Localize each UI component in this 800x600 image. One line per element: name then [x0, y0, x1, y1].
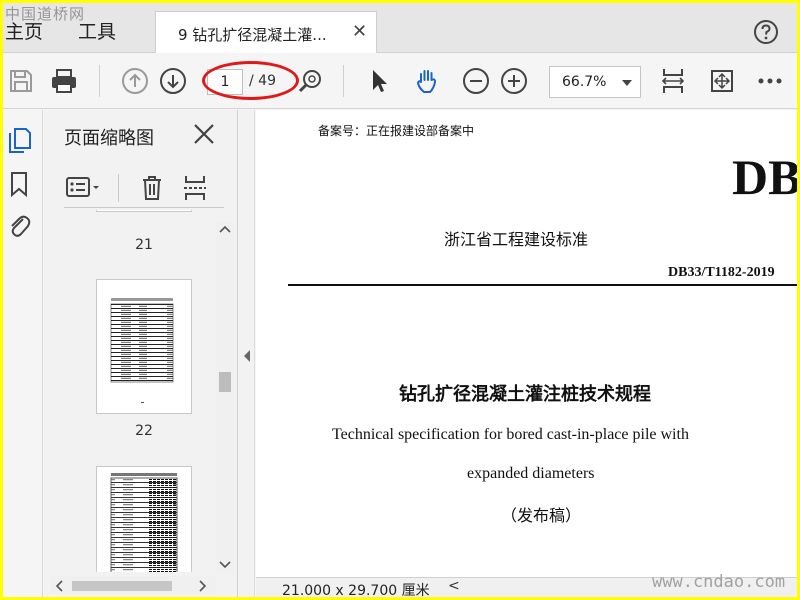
- zoom-search-icon[interactable]: [296, 67, 324, 95]
- select-cursor-icon[interactable]: [365, 67, 393, 95]
- print-icon[interactable]: [50, 67, 78, 95]
- document-view[interactable]: 备案号：正在报建设部备案中 DB 浙江省工程建设标准 DB33/T1182-20…: [256, 110, 797, 577]
- standard-code: DB33/T1182-2019: [668, 265, 775, 280]
- thumbnail-page-20[interactable]: [96, 210, 192, 212]
- save-icon[interactable]: [7, 67, 35, 95]
- scrollbar-thumb[interactable]: [219, 372, 231, 392]
- toolbar: [3, 53, 797, 109]
- draft-label: （发布稿）: [501, 506, 582, 525]
- page-thumbnails-icon[interactable]: [6, 126, 32, 154]
- zoom-in-icon[interactable]: [500, 67, 528, 95]
- tab-bar: 主页 工具 9 钻孔扩径混凝土灌... ✕: [3, 3, 797, 54]
- collapse-arrow-icon[interactable]: [243, 350, 251, 362]
- panel-title: 页面缩略图: [64, 128, 154, 149]
- thumbnail-toolbar: [64, 168, 224, 208]
- toolbar-divider: [99, 65, 100, 97]
- page-preview: [110, 298, 174, 403]
- close-tab-icon[interactable]: ✕: [352, 21, 367, 42]
- attachment-icon[interactable]: [6, 212, 32, 240]
- toolbar-divider: [118, 174, 119, 202]
- page-size: 21.000 x 29.700 厘米: [282, 583, 430, 597]
- scroll-right-icon[interactable]: [198, 580, 208, 592]
- zoom-select[interactable]: 66.7%: [549, 66, 641, 98]
- page-layout-icon[interactable]: [182, 174, 210, 202]
- left-rail: [3, 110, 43, 597]
- watermark-top: 中国道桥网: [5, 5, 86, 23]
- thumbnail-page-number: 21: [135, 237, 153, 253]
- hand-tool-icon[interactable]: [413, 67, 441, 95]
- scrollbar-thumb[interactable]: [72, 581, 172, 591]
- province-standard: 浙江省工程建设标准: [444, 230, 589, 249]
- title-english-line2: expanded diameters: [467, 465, 595, 482]
- watermark-bottom: www.cndao.com: [652, 572, 786, 592]
- thumbnail-page-22[interactable]: [96, 279, 192, 414]
- full-screen-icon[interactable]: [708, 67, 736, 95]
- panel-collapse-handle[interactable]: [239, 110, 255, 597]
- annotation-ellipse: [202, 61, 299, 100]
- thumbnail-list: 21 22: [44, 210, 216, 572]
- previous-page-icon[interactable]: [121, 67, 149, 95]
- thumbnail-page-number: 22: [135, 423, 153, 439]
- scroll-left-button[interactable]: <: [448, 578, 460, 594]
- help-icon[interactable]: [753, 19, 779, 45]
- scroll-left-icon[interactable]: [54, 580, 64, 592]
- bookmark-icon[interactable]: [6, 170, 32, 198]
- app-window: 主页 工具 9 钻孔扩径混凝土灌... ✕ 中国道桥网 1 / 49 66.7%…: [3, 3, 797, 597]
- horizontal-scrollbar[interactable]: [50, 576, 216, 594]
- thumbnail-options-icon[interactable]: [66, 176, 102, 200]
- chevron-down-icon: [622, 80, 632, 86]
- zoom-out-icon[interactable]: [462, 67, 490, 95]
- vertical-scrollbar[interactable]: [216, 222, 234, 574]
- toolbar-divider: [343, 65, 344, 97]
- thumbnail-panel: 页面缩略图 21 22: [44, 110, 238, 597]
- thumbnail-page-23[interactable]: [96, 466, 192, 572]
- close-panel-icon[interactable]: [192, 122, 216, 146]
- title-chinese: 钻孔扩径混凝土灌注桩技术规程: [399, 384, 651, 405]
- title-english-line1: Technical specification for bored cast-i…: [332, 426, 689, 443]
- scroll-down-icon[interactable]: [219, 560, 231, 570]
- zoom-value: 66.7%: [562, 74, 607, 90]
- document-tab[interactable]: 9 钻孔扩径混凝土灌... ✕: [155, 11, 377, 54]
- fit-width-icon[interactable]: [659, 67, 687, 95]
- document-tab-title: 9 钻孔扩径混凝土灌...: [178, 26, 327, 44]
- header-rule: [288, 284, 797, 286]
- more-options-icon[interactable]: [756, 67, 784, 95]
- record-note: 备案号：正在报建设部备案中: [318, 124, 475, 138]
- scroll-up-icon[interactable]: [219, 224, 231, 234]
- page-preview: [110, 473, 178, 572]
- db-mark: DB: [732, 149, 797, 205]
- next-page-icon[interactable]: [159, 67, 187, 95]
- delete-icon[interactable]: [140, 174, 164, 202]
